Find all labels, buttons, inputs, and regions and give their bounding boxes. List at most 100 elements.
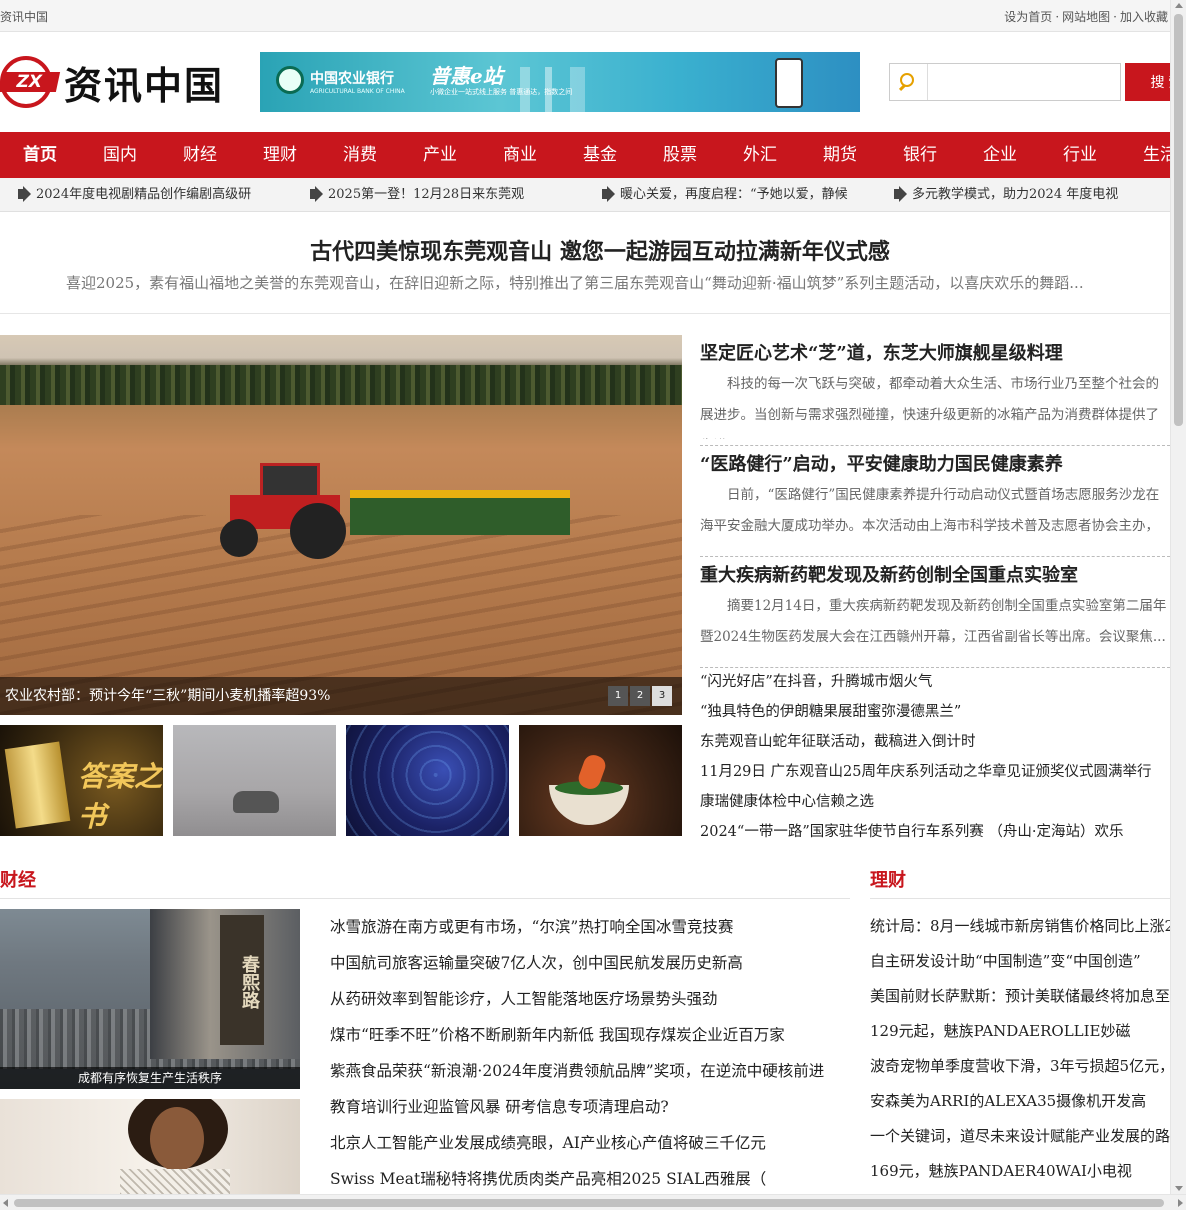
nav-item-consumer[interactable]: 消费 [320,132,400,178]
scroll-up-icon[interactable] [1175,3,1183,8]
nav-item-futures[interactable]: 期货 [800,132,880,178]
list-item[interactable]: 安森美为ARRI的ALEXA35摄像机开发高 [870,1084,1170,1119]
banner-product: 普惠e站 [430,64,503,88]
nav-item-stock[interactable]: 股票 [640,132,720,178]
speaker-icon [602,189,608,199]
banner-bank-name: 中国农业银行 [310,71,394,87]
slider-pagination: 1 2 3 [608,686,672,706]
vertical-scrollbar[interactable] [1170,0,1186,1194]
ticker-item[interactable]: 2024年度电视剧精品创作编剧高级研 [14,178,284,211]
list-item[interactable]: 紫燕食品荣获“新浪潮·2024年度消费领航品牌”奖项，在逆流中硬核前进 [330,1053,850,1089]
site-map-link[interactable]: 网站地图 [1062,10,1110,24]
list-item[interactable]: 东莞观音山蛇年征联活动，截稿进入倒计时 [700,727,1170,757]
nav-item-finance[interactable]: 财经 [160,132,240,178]
list-item[interactable]: “闪光好店”在抖音，升腾城市烟火气 [700,667,1170,697]
right-news-list: “闪光好店”在抖音，升腾城市烟火气 “独具特色的伊朗糖果展甜蜜弥漫德黑兰” 东莞… [700,667,1170,847]
list-item[interactable]: 统计局：8月一线城市新房销售价格同比上涨2 [870,909,1170,944]
slider-page-3[interactable]: 3 [652,686,672,706]
thumbnail-book[interactable]: 答案之书 [0,725,163,836]
top-headline: 古代四美惊现东莞观音山 邀您一起游园互动拉满新年仪式感 喜迎2025，素有福山福… [0,214,1170,314]
vertical-scroll-thumb[interactable] [1174,14,1183,426]
news-ticker: 2024年度电视剧精品创作编剧高级研 2025第一登！12月28日来东莞观 暖心… [0,178,1186,212]
list-item[interactable]: 129元起，魅族PANDAEROLLIE妙磁 [870,1014,1170,1049]
featured-title[interactable]: 坚定匠心艺术“芝”道，东芝大师旗舰星级料理 [700,343,1063,364]
headline-summary: 喜迎2025，素有福山福地之美誉的东莞观音山，在辞旧迎新之际，特别推出了第三届东… [66,274,1084,292]
list-item[interactable]: “独具特色的伊朗糖果展甜蜜弥漫德黑兰” [700,697,1170,727]
list-item[interactable]: 波奇宠物单季度营收下滑，3年亏损超5亿元， [870,1049,1170,1084]
featured-summary: 日前，“医路健行”国民健康素养提升行动启动仪式暨首场志愿服务沙龙在海平安金融大厦… [700,487,1160,550]
slider-page-1[interactable]: 1 [608,686,628,706]
scroll-right-icon[interactable] [1178,1199,1183,1207]
nav-item-industry[interactable]: 产业 [400,132,480,178]
speaker-icon [894,189,900,199]
section-title-wealth[interactable]: 理财 [870,866,906,892]
logo-text: 资讯中国 [64,62,225,108]
slider-page-2[interactable]: 2 [630,686,650,706]
horizontal-scroll-thumb[interactable] [14,1199,1164,1207]
ticker-item[interactable]: 2025第一登！12月28日来东莞观 [306,178,576,211]
nav-item-forex[interactable]: 外汇 [720,132,800,178]
search-input[interactable] [930,68,1116,96]
list-item[interactable]: 教育培训行业迎监管风暴 研考信息专项清理启动? [330,1089,850,1125]
scroll-down-icon[interactable] [1175,1186,1183,1191]
top-site-name: 资讯中国 [0,10,49,24]
add-favorite-link[interactable]: 加入收藏 [1120,10,1168,24]
nav-item-sector[interactable]: 行业 [1040,132,1120,178]
list-item[interactable]: 169元，魅族PANDAER40WAI小电视 [870,1154,1170,1189]
finance-secondary-image[interactable] [0,1099,300,1195]
ticker-item[interactable]: 多元教学模式，助力2024 年度电视 [890,178,1160,211]
speaker-icon [18,189,24,199]
ad-banner[interactable]: 中国农业银行 AGRICULTURAL BANK OF CHINA 普惠e站 小… [260,52,860,112]
nav-item-enterprise[interactable]: 企业 [960,132,1040,178]
nav-item-bank[interactable]: 银行 [880,132,960,178]
nav-item-business[interactable]: 商业 [480,132,560,178]
list-item[interactable]: 北京人工智能产业发展成绩亮眼，AI产业核心产值将破三千亿元 [330,1125,850,1161]
section-divider [870,898,1170,899]
set-homepage-link[interactable]: 设为首页 [1004,10,1052,24]
featured-item: 坚定匠心艺术“芝”道，东芝大师旗舰星级料理 科技的每一次飞跃与突破，都牵动着大众… [700,335,1170,446]
featured-item: 重大疾病新药靶发现及新药创制全国重点实验室 摘要12月14日，重大疾病新药靶发现… [700,557,1170,668]
thumbnail-car[interactable] [173,725,336,836]
ticker-item[interactable]: 暖心关爱，再度启程：“予她以爱，静候 [598,178,868,211]
thumbnail-food[interactable] [519,725,682,836]
featured-news: 坚定匠心艺术“芝”道，东芝大师旗舰星级料理 科技的每一次飞跃与突破，都牵动着大众… [700,335,1170,668]
city-skyline-image [510,67,860,112]
phone-icon [775,58,803,108]
image-slider[interactable]: 农业农村部：预计今年“三秋”期间小麦机播率超93% 1 2 3 [0,335,682,715]
list-item[interactable]: 2024“一带一路”国家驻华使节自行车系列赛 （舟山·定海站）欢乐 [700,817,1170,847]
list-item[interactable]: 自主研发设计助“中国制造”变“中国创造” [870,944,1170,979]
section-title-finance[interactable]: 财经 [0,866,36,892]
finance-feature-image[interactable]: 春熙路 成都有序恢复生产生活秩序 [0,909,300,1089]
list-item[interactable]: Swiss Meat瑞秘特将携优质肉类产品亮相2025 SIAL西雅展（ [330,1161,850,1197]
scroll-left-icon[interactable] [3,1199,8,1207]
list-item[interactable]: 从药研效率到智能诊疗，人工智能落地医疗场景势头强劲 [330,981,850,1017]
thumbnail-tech[interactable] [346,725,509,836]
header: ZX 资讯中国 中国农业银行 AGRICULTURAL BANK OF CHIN… [0,32,1186,132]
featured-title[interactable]: “医路健行”启动，平安健康助力国民健康素养 [700,454,1063,475]
nav-item-home[interactable]: 首页 [0,132,80,178]
wealth-news-list: 统计局：8月一线城市新房销售价格同比上涨2 自主研发设计助“中国制造”变“中国创… [870,909,1170,1189]
section-divider [0,898,850,899]
list-item[interactable]: 中国航司旅客运输量突破7亿人次，创中国民航发展历史新高 [330,945,850,981]
nav-item-fund[interactable]: 基金 [560,132,640,178]
nav-item-wealth[interactable]: 理财 [240,132,320,178]
site-logo[interactable]: ZX 资讯中国 [0,54,224,110]
nav-item-domestic[interactable]: 国内 [80,132,160,178]
farm-field-image [0,335,682,715]
list-item[interactable]: 康瑞健康体检中心信赖之选 [700,787,1170,817]
bank-logo-icon [276,66,304,94]
search-box [889,63,1121,101]
list-item[interactable]: 冰雪旅游在南方或更有市场，“尔滨”热打响全国冰雪竞技赛 [330,909,850,945]
list-item[interactable]: 11月29日 广东观音山25周年庆系列活动之华章见证颁奖仪式圆满举行 [700,757,1170,787]
horizontal-scrollbar[interactable] [0,1194,1186,1210]
list-item[interactable]: 一个关键词，道尽未来设计赋能产业发展的路 [870,1119,1170,1154]
thumbnail-book-text: 答案之书 [78,760,163,833]
featured-title[interactable]: 重大疾病新药靶发现及新药创制全国重点实验室 [700,565,1078,586]
list-item[interactable]: 美国前财长萨默斯：预计美联储最终将加息至 [870,979,1170,1014]
finance-image-caption: 成都有序恢复生产生活秩序 [0,1067,300,1089]
slider-caption[interactable]: 农业农村部：预计今年“三秋”期间小麦机播率超93% [0,677,682,715]
top-bar: 资讯中国 设为首页 · 网站地图 · 加入收藏 [0,0,1186,32]
headline-title[interactable]: 古代四美惊现东莞观音山 邀您一起游园互动拉满新年仪式感 [310,239,890,265]
list-item[interactable]: 煤市“旺季不旺”价格不断刷新年内新低 我国现存煤炭企业近百万家 [330,1017,850,1053]
top-links: 设为首页 · 网站地图 · 加入收藏 [1004,10,1168,24]
